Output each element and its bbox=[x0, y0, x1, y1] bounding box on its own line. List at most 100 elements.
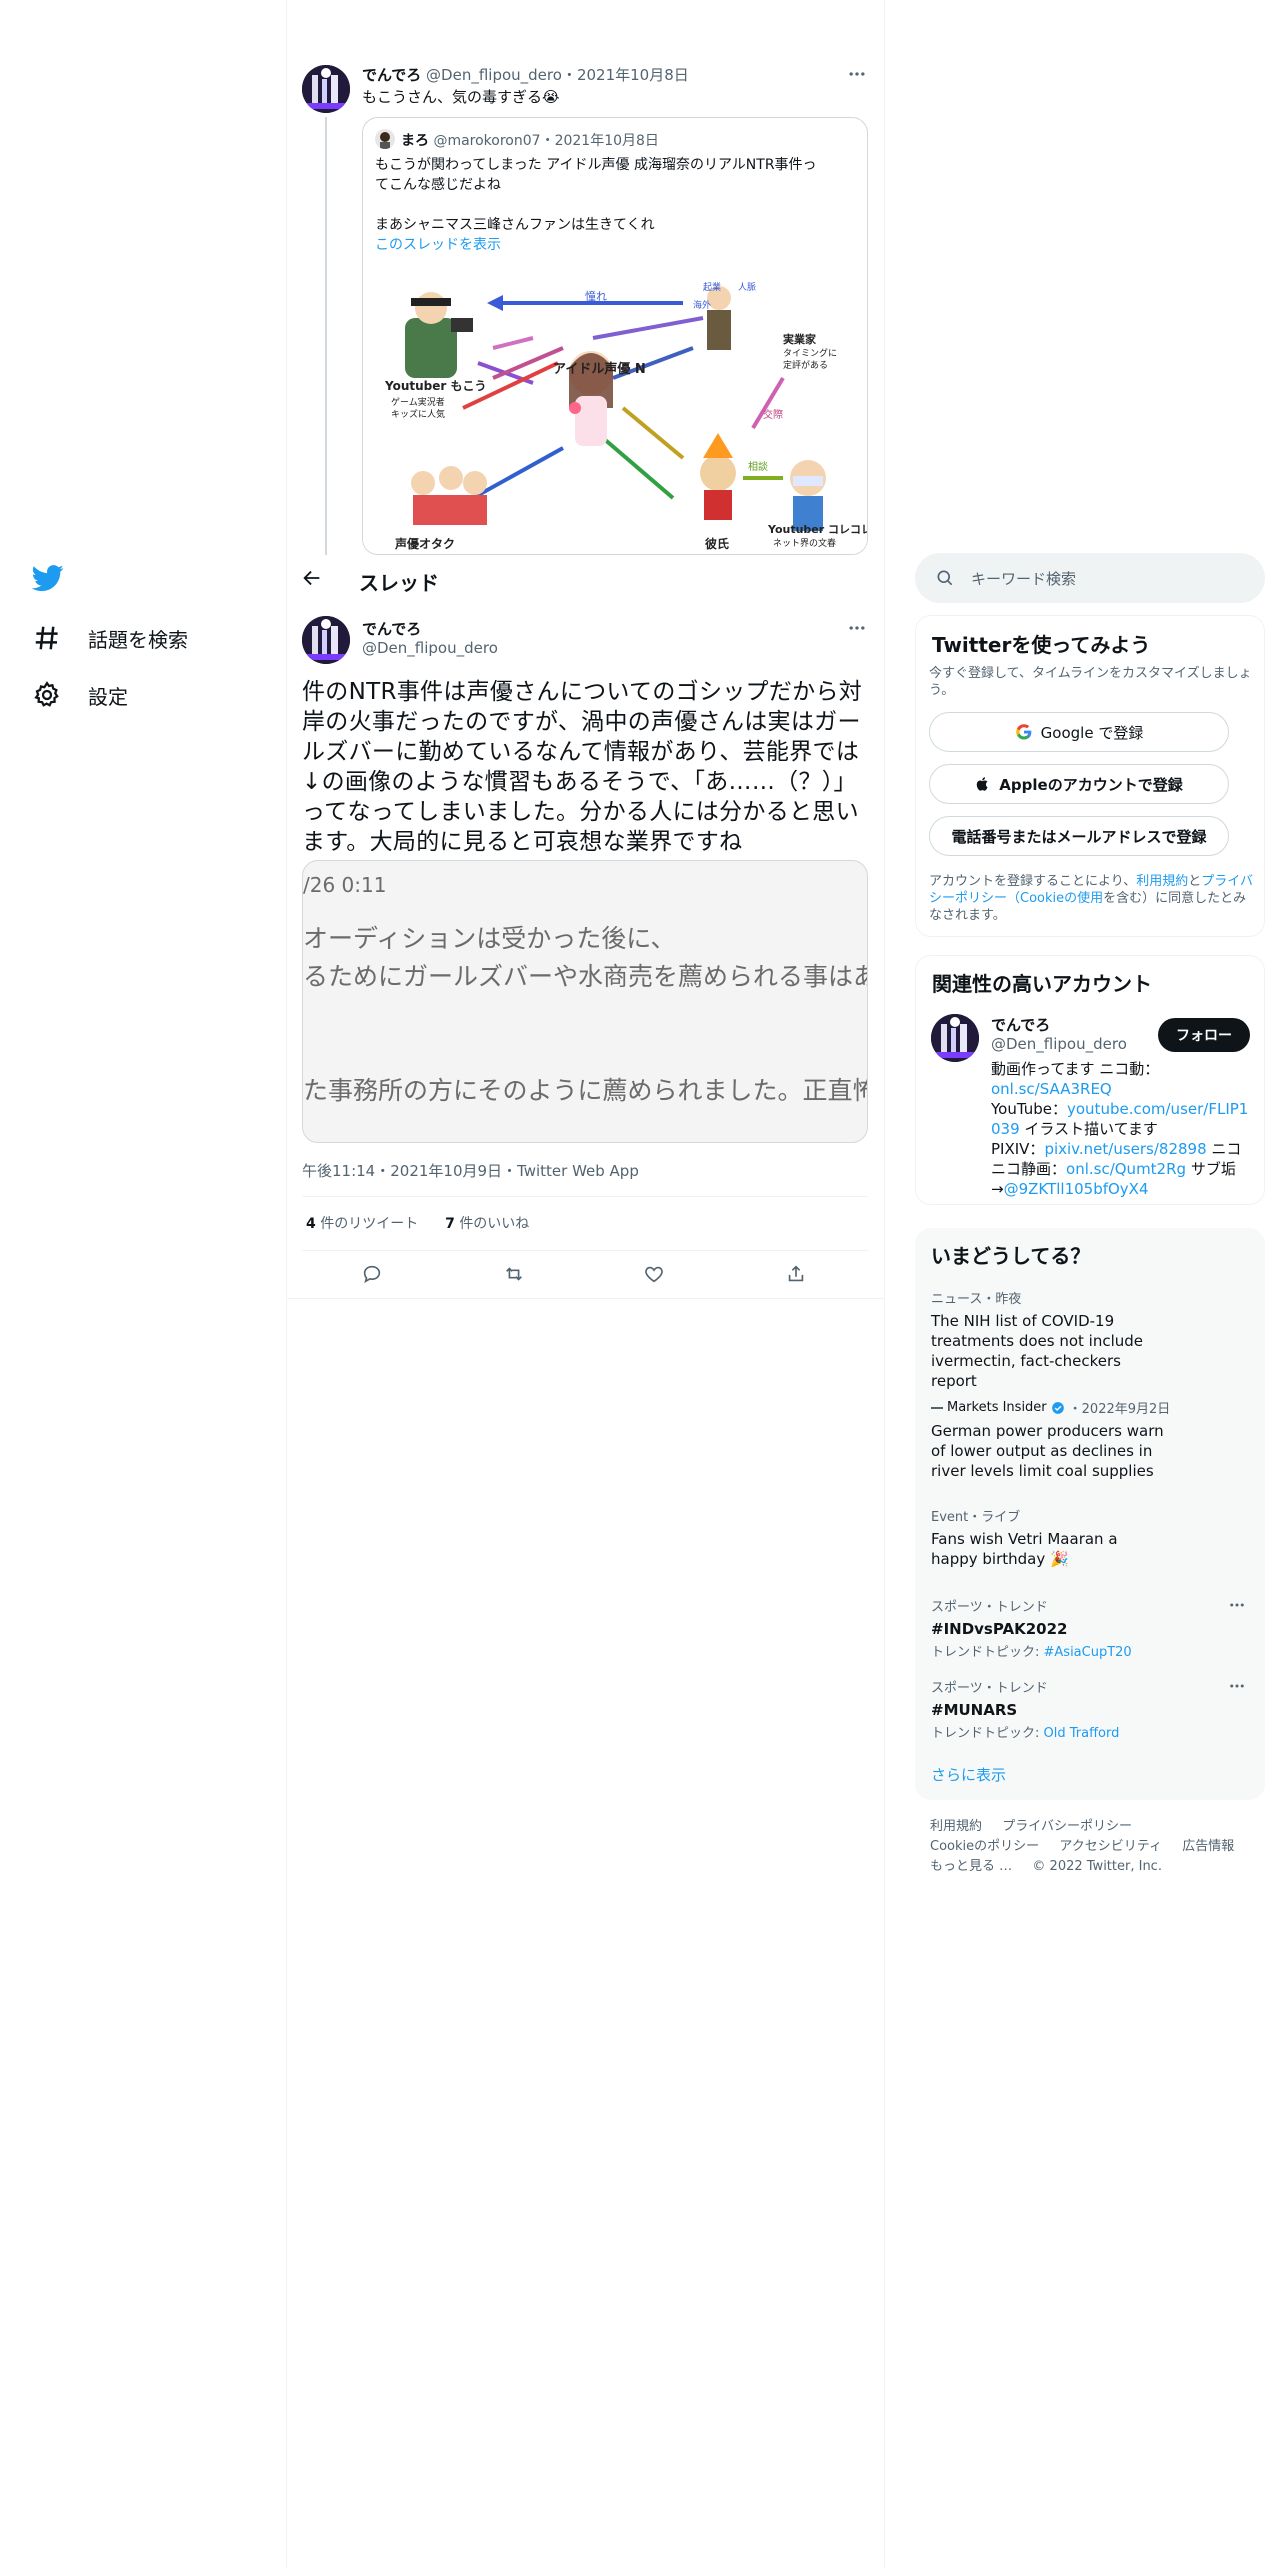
avatar[interactable] bbox=[931, 1014, 979, 1062]
trend-item[interactable]: ニュース・昨夜 The NIH list of COVID-19 treatme… bbox=[931, 1288, 1161, 1391]
label-youtuber-sub1: ゲーム実況者 bbox=[391, 396, 445, 408]
search-icon bbox=[937, 570, 953, 586]
nav-explore[interactable]: 話題を検索 bbox=[32, 623, 188, 653]
like-stats[interactable]: 7 件のいいね bbox=[445, 1216, 529, 1232]
tweet-image[interactable]: /26 0:11 オーディションは受かった後に、 るためにガールズバーや水商売を… bbox=[302, 860, 868, 1143]
hashtag-icon bbox=[35, 626, 58, 650]
label-biz: 起業 bbox=[703, 281, 721, 293]
label-youtuber-sub2: キッズに人気 bbox=[391, 408, 445, 420]
footer-terms-link[interactable]: 利用規約 bbox=[930, 1819, 982, 1834]
bird-icon bbox=[31, 565, 64, 592]
quote-date: 2021年10月8日 bbox=[554, 133, 659, 149]
related-bio: 動画作ってます ニコ動：onl.sc/SAA3REQ YouTube：youtu… bbox=[991, 1060, 1249, 1198]
trend-text: German power producers warn of lower out… bbox=[931, 1422, 1164, 1480]
trend-item[interactable]: Markets Insider ・2022年9月2日 German power … bbox=[931, 1398, 1171, 1481]
apple-signup-label: Appleのアカウントで登録 bbox=[999, 775, 1183, 794]
label-youtuber: Youtuber もこう bbox=[384, 379, 486, 393]
trend-title: #INDvsPAK2022 bbox=[931, 1620, 1068, 1638]
bio-link[interactable]: onl.sc/SAA3REQ bbox=[991, 1080, 1112, 1098]
verified-badge-icon bbox=[1051, 1401, 1064, 1414]
tweet-author-name[interactable]: でんでろ bbox=[362, 66, 421, 84]
avatar[interactable] bbox=[302, 65, 350, 113]
tweet-author-handle[interactable]: @Den_flipou_dero bbox=[426, 66, 562, 84]
footer-accessibility-link[interactable]: アクセシビリティ bbox=[1059, 1839, 1162, 1854]
label-jigyouka-sub: タイミングに bbox=[783, 347, 837, 359]
more-options-icon[interactable] bbox=[847, 64, 867, 88]
signup-card: Twitterを使ってみよう 今すぐ登録して、タイムラインをカスタマイズしましょ… bbox=[915, 615, 1265, 937]
nav-settings[interactable]: 設定 bbox=[32, 680, 128, 710]
bio-link[interactable]: @9ZKTll105bfOyX4 bbox=[1004, 1180, 1149, 1198]
google-signup-button[interactable]: Google で登録 bbox=[929, 712, 1229, 752]
google-signup-label: Google で登録 bbox=[1040, 723, 1144, 742]
apple-signup-button[interactable]: Appleのアカウントで登録 bbox=[929, 764, 1229, 804]
more-options-icon[interactable] bbox=[1228, 1596, 1246, 1618]
apple-icon bbox=[977, 777, 988, 791]
footer-copyright: © 2022 Twitter, Inc. bbox=[1032, 1859, 1162, 1874]
show-thread-link[interactable]: このスレッドを表示 bbox=[375, 235, 860, 255]
relationship-diagram: 憧れ Youtuber もこう ゲーム実況者 キッズに人気 アイドル声優 N 声… bbox=[384, 281, 868, 551]
label-jigyouka-sub2: 定評がある bbox=[783, 359, 828, 371]
signup-title: Twitterを使ってみよう bbox=[932, 633, 1151, 657]
label-jinmyaku: 人脈 bbox=[738, 281, 756, 293]
quoted-tweet[interactable]: まろ @marokoron07・2021年10月8日 もこうが関わってしまった … bbox=[362, 117, 868, 555]
tweet-text: 件のNTR事件は声優さんについてのゴシップだから対岸の火事だったのですが、渦中の… bbox=[302, 679, 863, 855]
footer-privacy-link[interactable]: プライバシーポリシー bbox=[1002, 1819, 1132, 1834]
tweet-timestamp[interactable]: 午後11:14・2021年10月9日・Twitter Web App bbox=[302, 1160, 639, 1181]
label-collab: Youtuber コレコレ bbox=[767, 523, 868, 536]
thread-header: スレッド bbox=[287, 555, 884, 603]
reply-icon[interactable] bbox=[354, 1256, 390, 1292]
phone-email-signup-button[interactable]: 電話番号またはメールアドレスで登録 bbox=[929, 816, 1229, 856]
related-name[interactable]: でんでろ bbox=[991, 1014, 1127, 1035]
related-title: 関連性の高いアカウント bbox=[932, 972, 1152, 996]
trend-topic-link[interactable]: #AsiaCupT20 bbox=[1044, 1645, 1132, 1660]
tweet-author-handle[interactable]: @Den_flipou_dero bbox=[362, 639, 498, 657]
media-text-line: るためにガールズバーや水商売を薦められる事はあ bbox=[303, 962, 868, 991]
follow-button[interactable]: フォロー bbox=[1158, 1018, 1250, 1052]
trend-source: Markets Insider bbox=[947, 1400, 1047, 1415]
trend-item[interactable]: スポーツ・トレンド #MUNARS トレンドトピック: Old Trafford bbox=[931, 1677, 1251, 1741]
phone-signup-label: 電話番号またはメールアドレスで登録 bbox=[951, 827, 1207, 846]
share-icon[interactable] bbox=[778, 1256, 814, 1292]
bio-link[interactable]: pixiv.net/users/82898 bbox=[1044, 1140, 1206, 1158]
trend-title: #MUNARS bbox=[931, 1701, 1018, 1719]
terms-link[interactable]: 利用規約 bbox=[1136, 874, 1188, 889]
label-soudan: 相談 bbox=[748, 460, 768, 473]
back-arrow-icon[interactable] bbox=[301, 567, 323, 593]
retweet-stats[interactable]: 4 件のリツイート bbox=[306, 1216, 418, 1232]
more-options-icon[interactable] bbox=[847, 618, 867, 642]
quote-text-line: もこうが関わってしまった アイドル声優 成海瑠奈のリアルNTR事件っ bbox=[375, 157, 817, 173]
tweet-date[interactable]: 2021年10月8日 bbox=[577, 66, 689, 84]
trend-meta: スポーツ・トレンド bbox=[931, 1681, 1048, 1696]
trend-topic-link[interactable]: Old Trafford bbox=[1044, 1726, 1120, 1741]
like-icon[interactable] bbox=[636, 1256, 672, 1292]
more-options-icon[interactable] bbox=[1228, 1677, 1246, 1699]
media-text-line: た事務所の方にそのように薦められました。正直怖 bbox=[303, 1076, 868, 1105]
bio-link[interactable]: onl.sc/Qumt2Rg bbox=[1066, 1160, 1186, 1178]
label-kaigai: 海外 bbox=[693, 299, 711, 311]
quote-text-line: てこんな感じだよね bbox=[375, 177, 501, 193]
signup-terms: アカウントを登録することにより、利用規約とプライバシーポリシー（Cookieの使… bbox=[929, 874, 1254, 923]
footer-more-link[interactable]: もっと見る … bbox=[930, 1859, 1012, 1874]
like-count: 7 bbox=[445, 1216, 455, 1232]
avatar-image bbox=[302, 616, 350, 664]
twitter-logo[interactable] bbox=[31, 562, 64, 594]
quote-author-handle: @marokoron07 bbox=[433, 133, 541, 149]
trend-meta: ニュース・昨夜 bbox=[931, 1292, 1022, 1307]
google-icon bbox=[1015, 724, 1032, 740]
search-input[interactable]: キーワード検索 bbox=[915, 553, 1265, 603]
retweet-icon[interactable] bbox=[496, 1256, 532, 1292]
trends-card: いまどうしてる？ ニュース・昨夜 The NIH list of COVID-1… bbox=[915, 1228, 1265, 1800]
nav-settings-label: 設定 bbox=[88, 684, 128, 709]
footer-cookie-link[interactable]: Cookieのポリシー bbox=[930, 1839, 1039, 1854]
avatar-image bbox=[302, 65, 350, 113]
label-kousai: 交際 bbox=[763, 408, 783, 421]
footer-ads-link[interactable]: 広告情報 bbox=[1182, 1839, 1234, 1854]
avatar[interactable] bbox=[302, 616, 350, 664]
related-handle[interactable]: @Den_flipou_dero bbox=[991, 1035, 1127, 1053]
trend-item[interactable]: Event・ライブ Fans wish Vetri Maaran a happy… bbox=[931, 1506, 1161, 1569]
trend-item[interactable]: スポーツ・トレンド #INDvsPAK2022 トレンドトピック: #AsiaC… bbox=[931, 1596, 1251, 1660]
trend-meta: Event・ライブ bbox=[931, 1510, 1021, 1525]
tweet-author-name[interactable]: でんでろ bbox=[362, 618, 498, 639]
quote-image[interactable]: 憧れ Youtuber もこう ゲーム実況者 キッズに人気 アイドル声優 N 声… bbox=[363, 278, 868, 554]
show-more-link[interactable]: さらに表示 bbox=[931, 1764, 1006, 1785]
